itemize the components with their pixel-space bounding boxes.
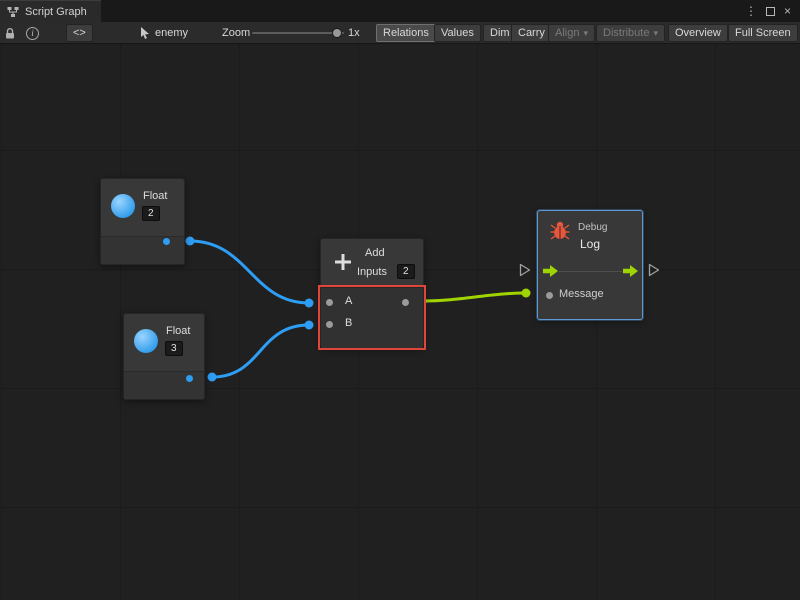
code-toggle-button[interactable]: <> bbox=[66, 24, 93, 42]
relations-button[interactable]: Relations bbox=[376, 24, 436, 42]
graph-toolbar: i <> enemy Zoom 1x Relations Values Dim … bbox=[0, 22, 800, 44]
node-title: Log bbox=[580, 237, 600, 251]
tab-script-graph[interactable]: Script Graph bbox=[0, 0, 101, 22]
input-port-b[interactable] bbox=[326, 321, 333, 328]
close-icon[interactable]: × bbox=[784, 4, 791, 18]
zoom-label: Zoom bbox=[222, 22, 250, 44]
output-port[interactable] bbox=[186, 375, 193, 382]
flow-in-triangle-icon[interactable] bbox=[519, 263, 531, 280]
graph-breadcrumb[interactable]: enemy bbox=[140, 22, 188, 44]
float-type-icon bbox=[134, 329, 158, 353]
title-bar: Script Graph ⋮ × bbox=[0, 0, 800, 22]
float-value-input[interactable]: 2 bbox=[142, 206, 160, 221]
graph-icon bbox=[7, 6, 19, 18]
float-value-input[interactable]: 3 bbox=[165, 341, 183, 356]
float-type-icon bbox=[111, 194, 135, 218]
menu-icon[interactable]: ⋮ bbox=[745, 4, 757, 18]
tab-title: Script Graph bbox=[25, 6, 87, 18]
maximize-icon[interactable] bbox=[766, 7, 775, 16]
node-category: Debug bbox=[578, 222, 607, 233]
values-button[interactable]: Values bbox=[434, 24, 481, 42]
lock-icon[interactable] bbox=[4, 22, 16, 44]
align-dropdown: Align ▾ bbox=[548, 24, 595, 42]
inputs-count-input[interactable]: 2 bbox=[397, 264, 415, 279]
zoom-slider[interactable] bbox=[252, 32, 344, 34]
node-title: Float bbox=[166, 325, 190, 337]
flow-out-port[interactable] bbox=[623, 265, 638, 280]
output-port-sum[interactable] bbox=[402, 299, 409, 306]
node-add[interactable]: Add Inputs 2 A B bbox=[320, 238, 424, 348]
node-float-1[interactable]: Float 2 bbox=[100, 178, 185, 265]
flow-in-arrow-icon bbox=[543, 265, 558, 277]
bug-icon bbox=[550, 220, 570, 240]
node-title: Float bbox=[143, 190, 167, 202]
graph-name: enemy bbox=[155, 27, 188, 39]
inputs-label: Inputs bbox=[357, 266, 387, 278]
cursor-icon bbox=[140, 27, 150, 39]
info-icon[interactable]: i bbox=[26, 22, 39, 44]
distribute-dropdown: Distribute ▾ bbox=[596, 24, 665, 42]
zoom-value: 1x bbox=[348, 22, 360, 44]
output-port[interactable] bbox=[163, 238, 170, 245]
zoom-slider-handle[interactable] bbox=[332, 28, 342, 38]
graph-canvas[interactable]: Float 2 Float 3 Add Inputs 2 A B bbox=[0, 44, 800, 600]
chevron-down-icon: ▾ bbox=[653, 28, 658, 39]
full-screen-button[interactable]: Full Screen bbox=[728, 24, 798, 42]
port-b-label: B bbox=[345, 317, 352, 329]
flow-in-port[interactable] bbox=[543, 265, 558, 280]
add-ports-section: A B bbox=[321, 287, 423, 349]
message-input-port[interactable] bbox=[546, 292, 553, 299]
flow-out-arrow-icon bbox=[623, 265, 638, 277]
node-float-2[interactable]: Float 3 bbox=[123, 313, 205, 400]
node-title: Add bbox=[365, 247, 385, 259]
plus-icon bbox=[333, 252, 353, 272]
chevron-down-icon: ▾ bbox=[583, 28, 588, 39]
port-a-label: A bbox=[345, 295, 352, 307]
overview-button[interactable]: Overview bbox=[668, 24, 728, 42]
window-controls: ⋮ × bbox=[745, 0, 800, 22]
node-debug-log[interactable]: Debug Log Message bbox=[537, 210, 643, 320]
message-port-label: Message bbox=[559, 288, 604, 300]
input-port-a[interactable] bbox=[326, 299, 333, 306]
carry-button[interactable]: Carry bbox=[511, 24, 552, 42]
flow-out-triangle-icon[interactable] bbox=[648, 263, 660, 280]
